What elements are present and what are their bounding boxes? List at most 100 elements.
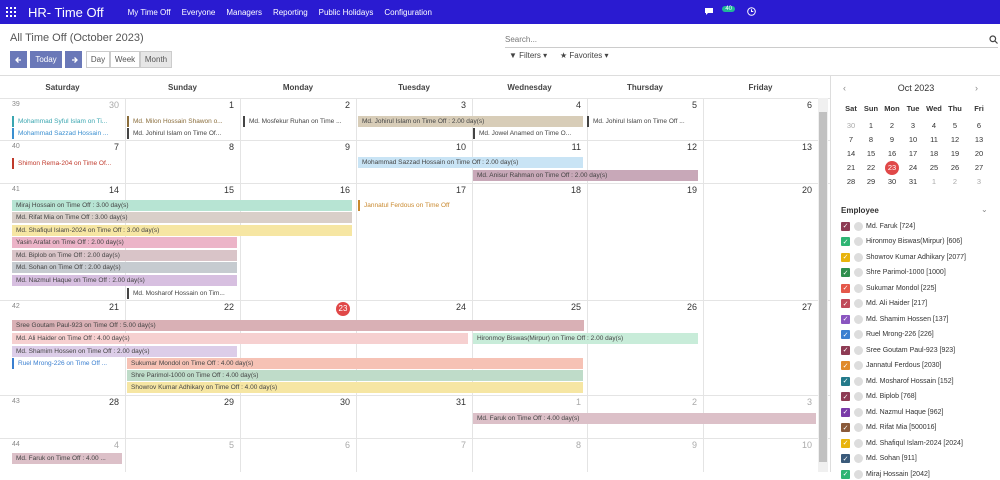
- checkbox[interactable]: ✓: [841, 423, 850, 432]
- checkbox[interactable]: ✓: [841, 407, 850, 417]
- mini-day[interactable]: 13: [969, 134, 989, 146]
- day-number[interactable]: 3: [707, 397, 812, 407]
- day-number[interactable]: 6: [244, 440, 350, 450]
- employee-filter-item[interactable]: ✓ Md. Shafiqul Islam-2024 [2024]: [841, 437, 963, 449]
- mini-day[interactable]: 19: [945, 148, 965, 160]
- mini-day[interactable]: 3: [969, 176, 989, 188]
- employee-filter-item[interactable]: ✓ Ruel Mrong-226 [226]: [841, 329, 934, 341]
- employee-filter-item[interactable]: ✓ Md. Sohan [911]: [841, 453, 917, 465]
- mini-day[interactable]: 15: [861, 148, 881, 160]
- time-off-event[interactable]: Sree Goutam Paul-923 on Time Off : 5.00 …: [12, 320, 584, 331]
- time-off-event[interactable]: Md. Shafiqul Islam-2024 on Time Off : 3.…: [12, 225, 352, 236]
- next-button[interactable]: [65, 51, 82, 68]
- day-number[interactable]: 3: [360, 100, 466, 110]
- mini-next-icon[interactable]: ›: [975, 83, 978, 93]
- employee-filter-item[interactable]: ✓ Md. Shamim Hossen [137]: [841, 313, 948, 325]
- day-number[interactable]: 7: [4, 142, 119, 152]
- checkbox[interactable]: ✓: [841, 268, 850, 277]
- employee-filter-item[interactable]: ✓ Showrov Kumar Adhikary [2077]: [841, 251, 966, 263]
- day-number[interactable]: 2: [591, 397, 697, 407]
- day-number[interactable]: 4: [476, 100, 581, 110]
- checkbox[interactable]: ✓: [841, 376, 850, 386]
- mini-day[interactable]: 1: [861, 120, 881, 132]
- time-off-event[interactable]: Md. Jowel Anamed on Time O...: [473, 128, 581, 139]
- day-number[interactable]: 26: [591, 302, 697, 312]
- employee-filter-item[interactable]: ✓ Md. Nazmul Haque [962]: [841, 406, 943, 418]
- menu-managers[interactable]: Managers: [226, 8, 262, 17]
- mini-day[interactable]: 9: [882, 134, 902, 146]
- menu-my-time-off[interactable]: My Time Off: [128, 8, 171, 17]
- day-number[interactable]: 8: [476, 440, 581, 450]
- view-week-button[interactable]: Week: [110, 51, 140, 68]
- day-number[interactable]: 16: [244, 185, 350, 195]
- employee-filter-item[interactable]: ✓ Md. Biplob [768]: [841, 391, 917, 403]
- employee-filter-item[interactable]: ✓ Md. Ali Haider [217]: [841, 298, 927, 310]
- mini-day[interactable]: 7: [841, 134, 861, 146]
- day-number[interactable]: 2: [244, 100, 350, 110]
- day-number[interactable]: 1: [129, 100, 234, 110]
- checkbox[interactable]: ✓: [841, 469, 850, 479]
- mini-day[interactable]: 5: [945, 120, 965, 132]
- time-off-event[interactable]: Shimon Rema-204 on Time Of...: [12, 158, 120, 169]
- mini-day[interactable]: 6: [969, 120, 989, 132]
- view-day-button[interactable]: Day: [86, 51, 110, 68]
- day-number[interactable]: 9: [591, 440, 697, 450]
- time-off-event[interactable]: Showrov Kumar Adhikary on Time Off : 4.0…: [127, 382, 583, 393]
- mini-day[interactable]: 14: [841, 148, 861, 160]
- day-number[interactable]: 24: [360, 302, 466, 312]
- mini-day[interactable]: 12: [945, 134, 965, 146]
- time-off-event[interactable]: Md. Shamim Hossen on Time Off : 2.00 day…: [12, 346, 237, 357]
- time-off-event[interactable]: Md. Mosfekur Ruhan on Time ...: [243, 116, 351, 127]
- mini-day[interactable]: 10: [903, 134, 923, 146]
- checkbox[interactable]: ✓: [841, 345, 850, 355]
- collapse-chevron-icon[interactable]: ⌄: [981, 205, 988, 214]
- time-off-event[interactable]: Md. Nazmul Haque on Time Off : 2.00 day(…: [12, 275, 237, 286]
- mini-day[interactable]: 22: [861, 162, 881, 174]
- day-number[interactable]: 4: [4, 440, 119, 450]
- employee-filter-item[interactable]: ✓ Jannatul Ferdous [2030]: [841, 360, 942, 372]
- mini-day[interactable]: 26: [945, 162, 965, 174]
- mini-day[interactable]: 16: [882, 148, 902, 160]
- day-number[interactable]: 6: [707, 100, 812, 110]
- mini-day[interactable]: 11: [924, 134, 944, 146]
- activity-clock-icon[interactable]: [747, 6, 756, 18]
- checkbox[interactable]: ✓: [841, 314, 850, 324]
- search-bar[interactable]: Search...: [505, 32, 998, 48]
- day-number[interactable]: 11: [476, 142, 581, 152]
- employee-filter-item[interactable]: ✓ Md. Faruk [724]: [841, 220, 915, 232]
- day-number[interactable]: 29: [129, 397, 234, 407]
- time-off-event[interactable]: Md. Anisur Rahman on Time Off : 2.00 day…: [473, 170, 698, 181]
- mini-day[interactable]: 31: [903, 176, 923, 188]
- day-number[interactable]: 1: [476, 397, 581, 407]
- time-off-event[interactable]: Md. Sohan on Time Off : 2.00 day(s): [12, 262, 237, 273]
- chat-icon[interactable]: [704, 7, 714, 18]
- day-number[interactable]: 30: [4, 100, 119, 110]
- day-number[interactable]: 13: [707, 142, 812, 152]
- time-off-event[interactable]: Mohammad Syful Islam on Ti...: [12, 116, 122, 127]
- favorites-button[interactable]: ★ Favorites ▾: [560, 51, 609, 60]
- day-number[interactable]: 17: [360, 185, 466, 195]
- checkbox[interactable]: ✓: [841, 221, 850, 231]
- mini-day[interactable]: 23: [885, 161, 899, 175]
- mini-day[interactable]: 28: [841, 176, 861, 188]
- mini-day[interactable]: 3: [903, 120, 923, 132]
- menu-reporting[interactable]: Reporting: [273, 8, 308, 17]
- day-number[interactable]: 7: [360, 440, 466, 450]
- checkbox[interactable]: ✓: [841, 330, 850, 339]
- checkbox[interactable]: ✓: [841, 361, 850, 370]
- checkbox[interactable]: ✓: [841, 252, 850, 262]
- day-number[interactable]: 19: [591, 185, 697, 195]
- checkbox[interactable]: ✓: [841, 392, 850, 401]
- employee-filter-item[interactable]: ✓ Miraj Hossain [2042]: [841, 468, 930, 480]
- time-off-event[interactable]: Md. Rifat Mia on Time Off : 3.00 day(s): [12, 212, 352, 223]
- time-off-event[interactable]: Ruel Mrong-226 on Time Off ...: [12, 358, 120, 369]
- mini-day[interactable]: 1: [924, 176, 944, 188]
- menu-everyone[interactable]: Everyone: [182, 8, 216, 17]
- time-off-event[interactable]: Md. Faruk on Time Off : 4.00 day(s): [473, 413, 816, 424]
- menu-public-holidays[interactable]: Public Holidays: [319, 8, 374, 17]
- employee-filter-item[interactable]: ✓ Sree Goutam Paul-923 [923]: [841, 344, 955, 356]
- mini-day[interactable]: 25: [924, 162, 944, 174]
- day-number[interactable]: 22: [129, 302, 234, 312]
- prev-button[interactable]: [10, 51, 27, 68]
- checkbox[interactable]: ✓: [841, 438, 850, 448]
